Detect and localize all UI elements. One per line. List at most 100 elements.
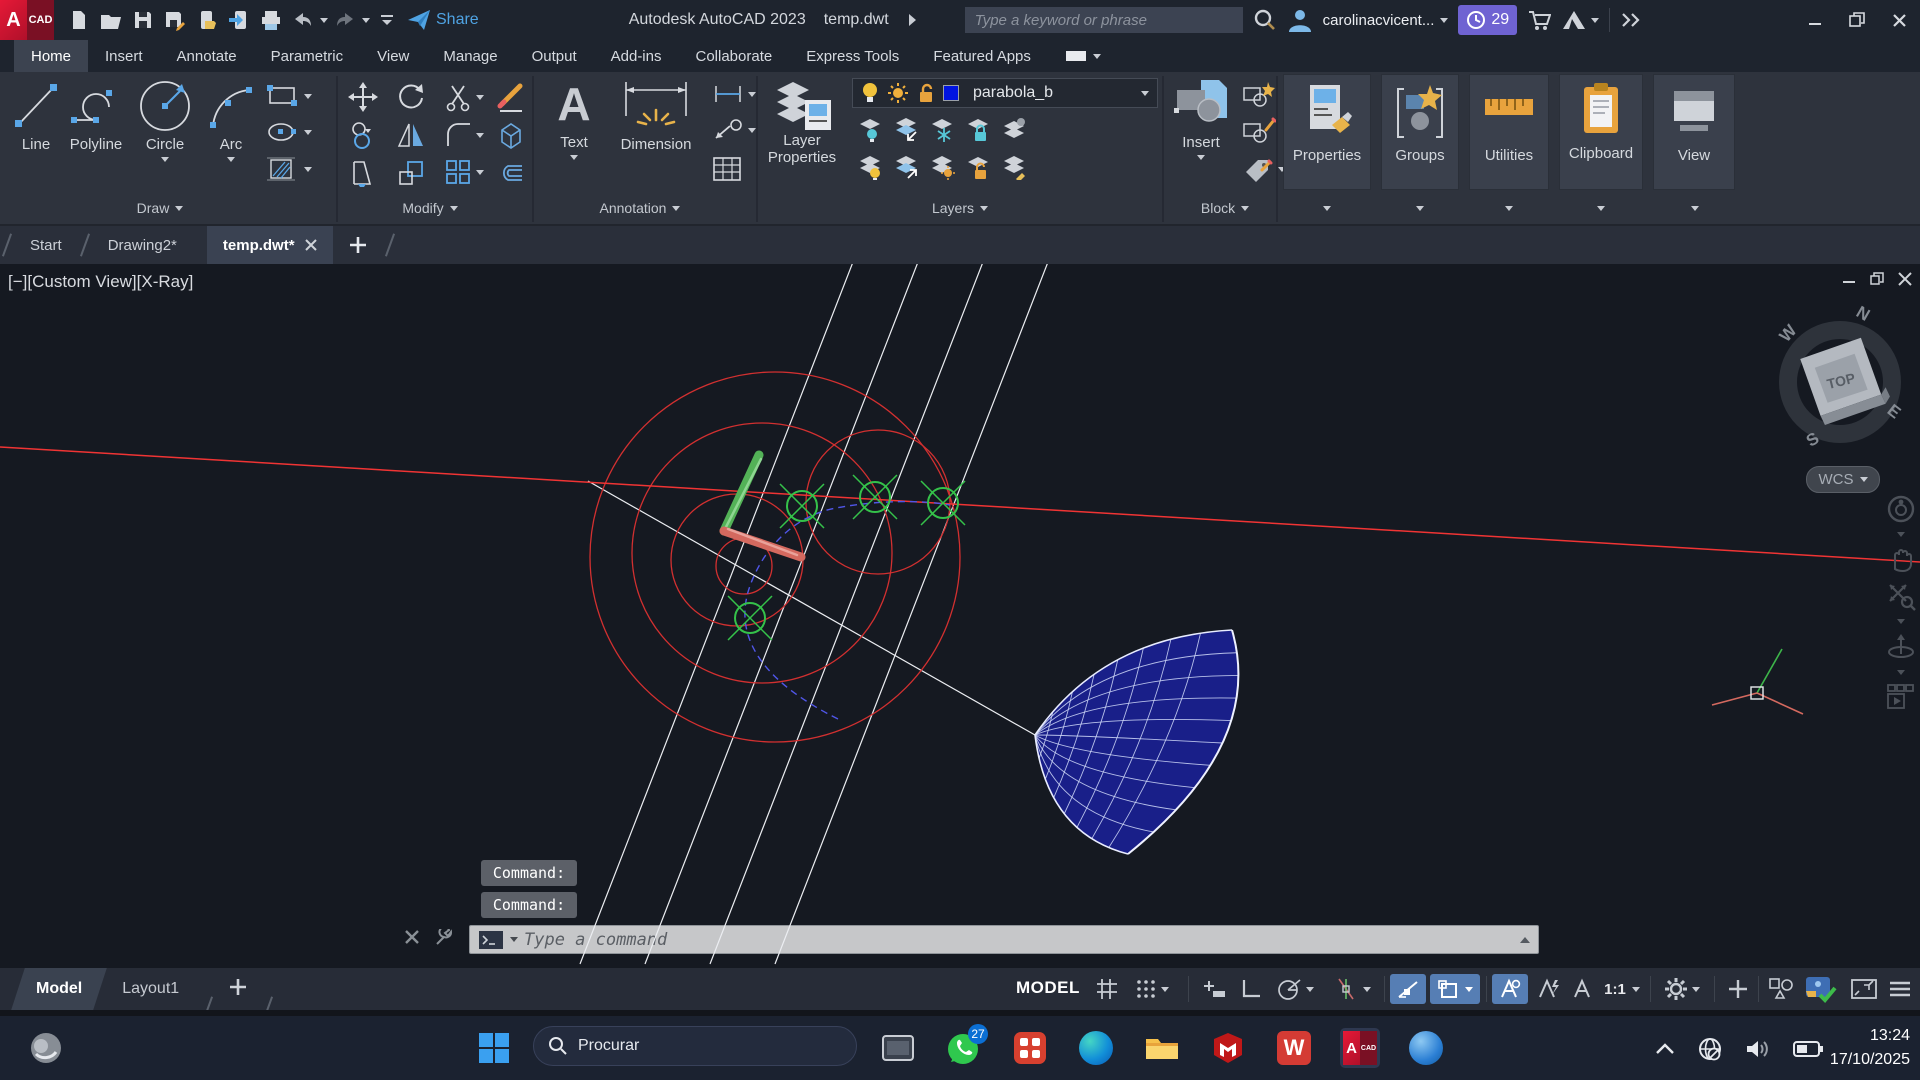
orbit-dropdown-icon[interactable]	[1897, 670, 1905, 675]
fillet-tool[interactable]	[444, 120, 484, 150]
restore-button[interactable]	[1836, 5, 1878, 35]
window-app-icon[interactable]	[878, 1028, 918, 1068]
annotation-visibility-toggle[interactable]	[1492, 974, 1528, 1004]
line-tool[interactable]: Line	[10, 76, 62, 153]
block-panel-label[interactable]: Block	[1170, 196, 1280, 220]
offset-tool[interactable]	[496, 158, 526, 186]
close-button[interactable]	[1878, 5, 1920, 35]
ellipse-tool[interactable]	[266, 120, 312, 144]
table-tool[interactable]	[712, 156, 742, 182]
viewport-restore-icon[interactable]	[1870, 272, 1884, 286]
speaker-icon[interactable]	[1745, 1037, 1771, 1061]
workspace-switching-button[interactable]	[1656, 974, 1708, 1004]
model-tab[interactable]: Model	[11, 968, 107, 1010]
polar-tracking-toggle[interactable]	[1270, 974, 1320, 1004]
draw-panel-label[interactable]: Draw	[100, 196, 220, 220]
command-recent-dropdown-icon[interactable]	[510, 937, 518, 942]
groups-panel[interactable]: Groups	[1381, 74, 1459, 190]
taskbar-clock[interactable]: 13:24 17/10/2025	[1830, 1024, 1910, 1072]
signed-in-user[interactable]: carolinacvicent...	[1323, 12, 1449, 29]
pan-hand-icon[interactable]	[1887, 545, 1915, 573]
orbit-icon[interactable]	[1886, 632, 1916, 662]
ortho-toggle[interactable]	[1234, 974, 1268, 1004]
annotation-scale-value[interactable]: 1:1	[1596, 974, 1648, 1004]
tab-express-tools[interactable]: Express Tools	[789, 40, 916, 72]
tab-home[interactable]: Home	[14, 40, 88, 72]
minimize-button[interactable]	[1794, 5, 1836, 35]
snap-dropdown-icon[interactable]	[1161, 987, 1169, 992]
arc-dropdown-icon[interactable]	[227, 157, 235, 162]
layer-properties-button[interactable]: Layer Properties	[756, 76, 848, 166]
file-tab-temp-dwt[interactable]: temp.dwt*	[207, 226, 333, 264]
battery-icon[interactable]	[1793, 1040, 1823, 1058]
show-motion-icon[interactable]	[1886, 683, 1916, 713]
layers-panel-label[interactable]: Layers	[900, 196, 1020, 220]
auto-scale-toggle[interactable]	[1532, 974, 1566, 1004]
properties-panel-expand[interactable]	[1292, 196, 1362, 220]
cart-icon[interactable]	[1527, 8, 1551, 32]
overflow-chevrons-icon[interactable]	[1620, 12, 1642, 28]
zoom-dropdown-icon[interactable]	[1897, 619, 1905, 624]
viewport-close-icon[interactable]	[1898, 272, 1912, 286]
w-app-icon[interactable]: W	[1274, 1028, 1314, 1068]
autodesk-account-button[interactable]	[1561, 9, 1599, 31]
polyline-tool[interactable]: Polyline	[64, 76, 128, 153]
drawing-viewport[interactable]: [−][Custom View][X-Ray] N W E S TOP WCS	[0, 264, 1920, 968]
undo-button[interactable]	[288, 5, 318, 35]
redo-button[interactable]	[330, 5, 360, 35]
new-layout-button[interactable]	[219, 978, 257, 1001]
linear-dimension-tool[interactable]	[712, 84, 756, 104]
red-grid-app-icon[interactable]	[1010, 1028, 1050, 1068]
command-terminal-icon[interactable]	[478, 930, 504, 950]
erase-tool[interactable]	[496, 82, 526, 112]
start-button[interactable]	[478, 1032, 510, 1064]
clipboard-panel[interactable]: Clipboard	[1559, 74, 1643, 190]
scale-tool[interactable]	[396, 158, 426, 188]
status-plus-button[interactable]	[1720, 974, 1756, 1004]
define-attributes-tool[interactable]	[1242, 154, 1286, 184]
text-dropdown-icon[interactable]	[570, 155, 578, 160]
no-internet-globe-icon[interactable]	[1697, 1036, 1723, 1062]
object-snap-dropdown-icon[interactable]	[1465, 987, 1473, 992]
qat-customize-button[interactable]	[372, 5, 402, 35]
layer-thaw-sun-icon[interactable]	[887, 82, 909, 104]
utilities-panel[interactable]: Utilities	[1469, 74, 1549, 190]
new-drawing-tab-button[interactable]	[333, 226, 383, 264]
explode-tool[interactable]	[496, 120, 526, 150]
open-from-mobile-button[interactable]	[192, 5, 222, 35]
view-panel-expand[interactable]	[1660, 196, 1730, 220]
viewport-controls-label[interactable]: [−][Custom View][X-Ray]	[8, 272, 193, 292]
isolate-objects-button[interactable]	[1762, 974, 1800, 1004]
wcs-selector[interactable]: WCS	[1806, 466, 1880, 493]
object-snap-toggle[interactable]	[1430, 974, 1480, 1004]
file-explorer-icon[interactable]	[1142, 1028, 1182, 1068]
dynamic-input-toggle[interactable]	[1196, 974, 1232, 1004]
taskbar-search-input[interactable]	[578, 1037, 778, 1055]
command-line[interactable]	[469, 925, 1539, 954]
mirror-tool[interactable]	[396, 120, 426, 150]
notification-badge[interactable]: 29	[1458, 5, 1517, 35]
hatch-tool[interactable]	[266, 156, 312, 182]
viewcube[interactable]: N W E S TOP	[1765, 294, 1915, 459]
layer-row-tools[interactable]	[858, 154, 1028, 180]
graphics-performance-button[interactable]	[1800, 974, 1842, 1004]
autocad-taskbar-icon[interactable]: A CAD	[1340, 1028, 1380, 1068]
view-panel[interactable]: View	[1653, 74, 1735, 190]
array-tool[interactable]	[444, 158, 484, 186]
ribbon-display-button[interactable]	[1048, 40, 1118, 72]
blue-globe-app-icon[interactable]	[1406, 1028, 1446, 1068]
circle-tool[interactable]: Circle	[134, 76, 196, 162]
drawing-canvas[interactable]	[0, 264, 1920, 968]
plot-button[interactable]	[256, 5, 286, 35]
zoom-icon[interactable]	[1886, 581, 1916, 611]
model-space-indicator[interactable]: MODEL	[1016, 978, 1080, 998]
trim-tool[interactable]	[444, 82, 484, 112]
annotation-scale-button[interactable]	[1568, 974, 1598, 1004]
save-to-mobile-button[interactable]	[224, 5, 254, 35]
file-tab-close-icon[interactable]	[305, 239, 317, 251]
tab-parametric[interactable]: Parametric	[254, 40, 361, 72]
share-button[interactable]	[404, 5, 434, 35]
redo-dropdown-icon[interactable]	[362, 18, 370, 23]
command-close-icon[interactable]	[404, 929, 420, 945]
snap-mode-toggle[interactable]	[1128, 974, 1176, 1004]
